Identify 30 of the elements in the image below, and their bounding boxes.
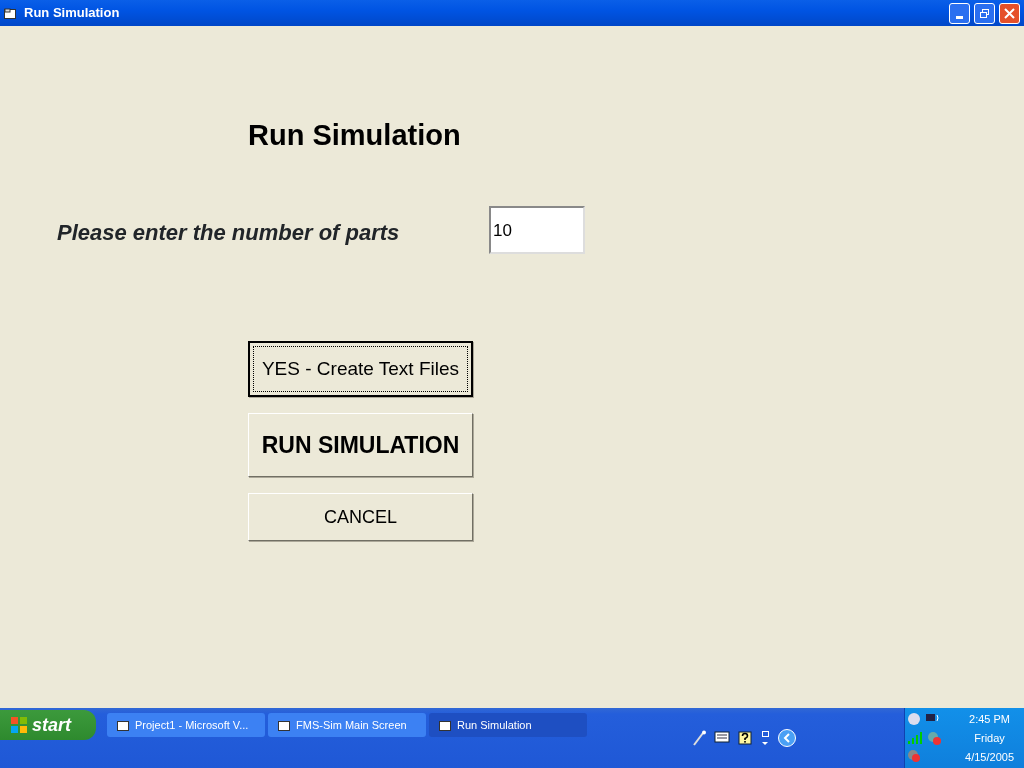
taskbar-button[interactable]: Run Simulation [429, 713, 587, 737]
window-icon [278, 719, 290, 731]
close-icon [1004, 7, 1015, 19]
dialog-button[interactable]: RUN SIMULATION [248, 413, 473, 477]
form-heading: Run Simulation [247, 118, 462, 152]
keyboard-icon[interactable] [713, 731, 730, 745]
windows-logo-icon [10, 716, 28, 734]
window-title: Run Simulation [24, 4, 120, 23]
chevron-left-icon[interactable] [777, 729, 796, 747]
window-icon [117, 719, 129, 731]
clock-time: 2:45 PM [969, 712, 1010, 727]
close-button[interactable] [999, 2, 1020, 24]
minimize-icon [956, 15, 963, 19]
restore-down-icon[interactable] [759, 730, 770, 746]
pen-icon[interactable] [691, 730, 706, 746]
restore-button[interactable] [974, 2, 995, 24]
minimize-button[interactable] [949, 2, 970, 24]
parts-prompt: Please enter the number of parts [57, 219, 401, 247]
clock-day: Friday [974, 729, 1005, 748]
window-icon [439, 719, 451, 731]
taskbar-button[interactable]: Project1 - Microsoft V... [107, 713, 265, 737]
dialog-button[interactable]: CANCEL [248, 493, 473, 541]
clock-date: 4/15/2005 [965, 750, 1014, 765]
window-icon [4, 7, 16, 19]
parts-input-field[interactable]: 10 [489, 206, 585, 254]
taskbar-button[interactable]: FMS-Sim Main Screen [268, 713, 426, 737]
dialog-button[interactable]: YES - Create Text Files [248, 341, 473, 397]
restore-icon [979, 7, 990, 19]
start-button[interactable]: start [0, 710, 96, 740]
help-icon[interactable] [737, 730, 752, 746]
